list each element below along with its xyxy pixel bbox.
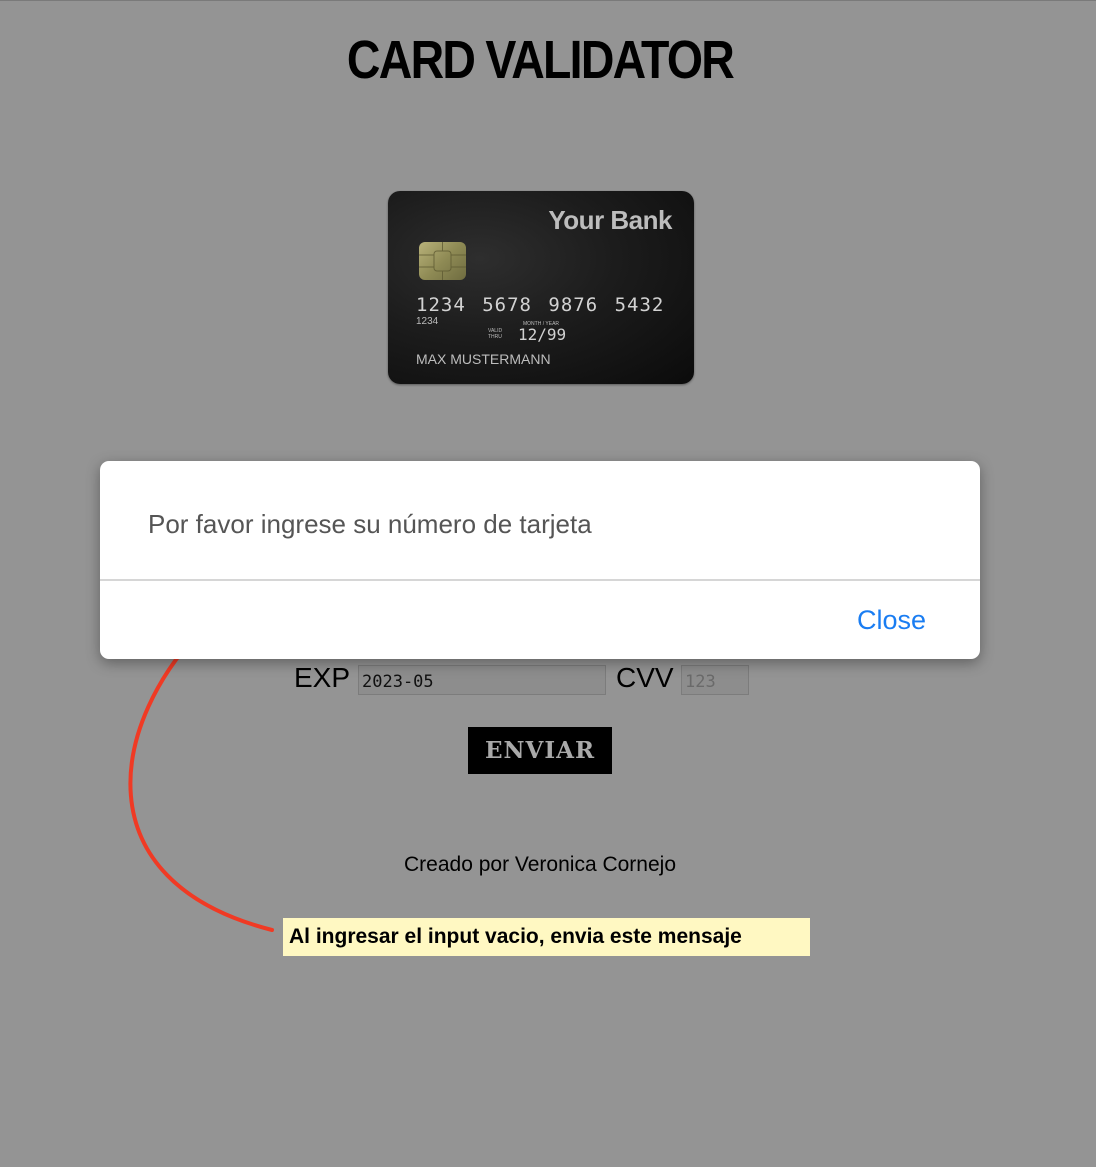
annotation-note: Al ingresar el input vacio, envia este m… bbox=[283, 918, 810, 956]
close-button[interactable]: Close bbox=[857, 605, 926, 636]
modal-divider bbox=[100, 579, 980, 581]
alert-modal: Por favor ingrese su número de tarjeta C… bbox=[100, 461, 980, 659]
modal-message: Por favor ingrese su número de tarjeta bbox=[148, 509, 592, 539]
